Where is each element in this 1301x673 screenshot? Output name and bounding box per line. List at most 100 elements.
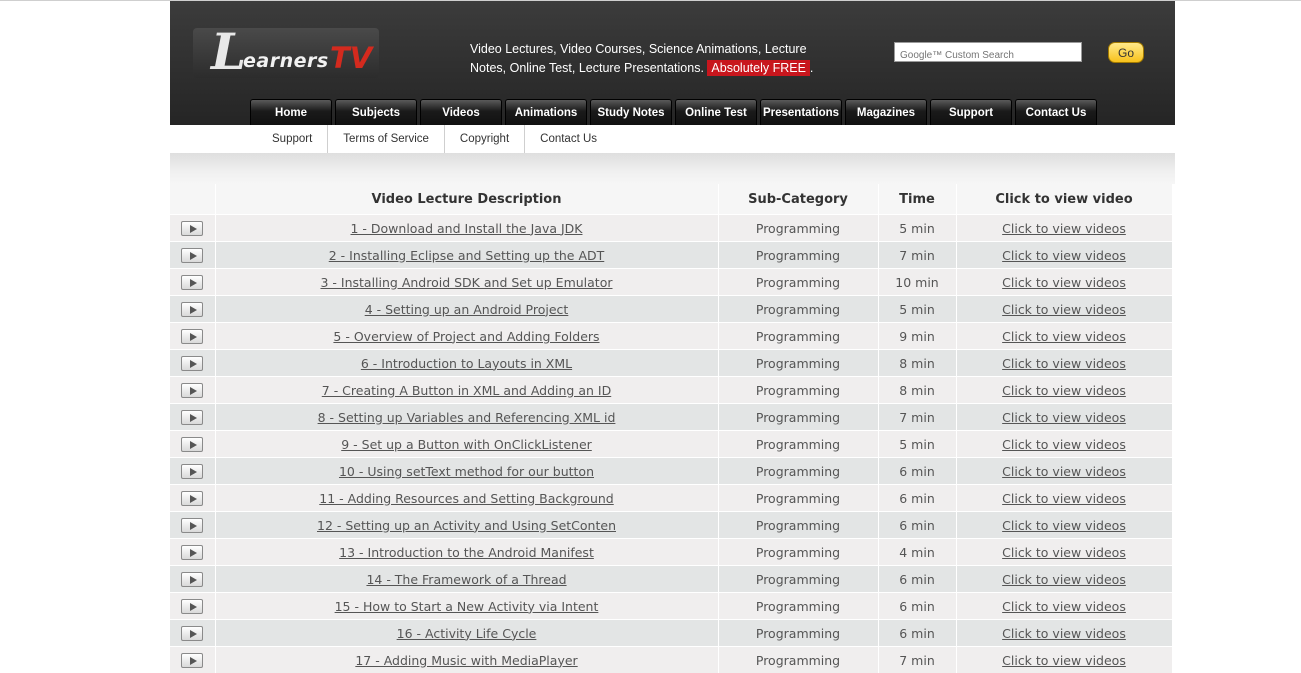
search-input[interactable]	[898, 47, 1082, 65]
lecture-title-link[interactable]: 13 - Introduction to the Android Manifes…	[339, 545, 594, 560]
lecture-title-link[interactable]: 3 - Installing Android SDK and Set up Em…	[320, 275, 612, 290]
play-icon[interactable]	[181, 275, 203, 290]
play-icon[interactable]	[181, 545, 203, 560]
subnav-link-copyright[interactable]: Copyright	[445, 125, 525, 153]
play-icon[interactable]	[181, 329, 203, 344]
view-video-link[interactable]: Click to view videos	[1002, 302, 1126, 317]
site-logo[interactable]: L earners TV	[193, 28, 379, 78]
table-row: 15 - How to Start a New Activity via Int…	[170, 593, 1172, 620]
play-icon[interactable]	[181, 518, 203, 533]
subnav-link-terms-of-service[interactable]: Terms of Service	[328, 125, 445, 153]
sub-category-cell: Programming	[718, 539, 878, 566]
view-video-cell: Click to view videos	[956, 458, 1172, 485]
header-time: Time	[878, 184, 956, 215]
play-cell	[170, 647, 215, 673]
lecture-title-link[interactable]: 17 - Adding Music with MediaPlayer	[355, 653, 577, 668]
play-icon[interactable]	[181, 410, 203, 425]
lecture-title-link[interactable]: 14 - The Framework of a Thread	[366, 572, 566, 587]
view-video-link[interactable]: Click to view videos	[1002, 248, 1126, 263]
view-video-link[interactable]: Click to view videos	[1002, 383, 1126, 398]
play-icon[interactable]	[181, 464, 203, 479]
play-icon[interactable]	[181, 599, 203, 614]
nav-tab-videos[interactable]: Videos	[420, 99, 502, 125]
view-video-cell: Click to view videos	[956, 647, 1172, 673]
view-video-link[interactable]: Click to view videos	[1002, 275, 1126, 290]
sub-nav-items: SupportTerms of ServiceCopyrightContact …	[257, 125, 612, 153]
view-video-link[interactable]: Click to view videos	[1002, 410, 1126, 425]
play-cell	[170, 242, 215, 269]
table-row: 4 - Setting up an Android ProjectProgram…	[170, 296, 1172, 323]
view-video-link[interactable]: Click to view videos	[1002, 329, 1126, 344]
play-icon[interactable]	[181, 248, 203, 263]
lecture-title-link[interactable]: 11 - Adding Resources and Setting Backgr…	[319, 491, 613, 506]
lecture-title-link[interactable]: 6 - Introduction to Layouts in XML	[361, 356, 572, 371]
play-icon[interactable]	[181, 572, 203, 587]
play-icon[interactable]	[181, 356, 203, 371]
time-cell: 6 min	[878, 512, 956, 539]
play-icon[interactable]	[181, 491, 203, 506]
view-video-link[interactable]: Click to view videos	[1002, 653, 1126, 668]
nav-tab-animations[interactable]: Animations	[505, 99, 587, 125]
play-icon[interactable]	[181, 437, 203, 452]
nav-tab-online-test[interactable]: Online Test	[675, 99, 757, 125]
nav-tab-presentations[interactable]: Presentations	[760, 99, 842, 125]
view-video-link[interactable]: Click to view videos	[1002, 518, 1126, 533]
play-cell	[170, 269, 215, 296]
nav-tab-magazines[interactable]: Magazines	[845, 99, 927, 125]
play-icon[interactable]	[181, 383, 203, 398]
search-go-button[interactable]: Go	[1108, 42, 1144, 63]
view-video-cell: Click to view videos	[956, 242, 1172, 269]
table-row: 7 - Creating A Button in XML and Adding …	[170, 377, 1172, 404]
nav-tab-study-notes[interactable]: Study Notes	[590, 99, 672, 125]
time-cell: 6 min	[878, 593, 956, 620]
table-row: 12 - Setting up an Activity and Using Se…	[170, 512, 1172, 539]
sub-category-cell: Programming	[718, 431, 878, 458]
nav-tab-subjects[interactable]: Subjects	[335, 99, 417, 125]
play-icon[interactable]	[181, 221, 203, 236]
description-cell: 17 - Adding Music with MediaPlayer	[215, 647, 718, 673]
header-sub-category: Sub-Category	[718, 184, 878, 215]
lecture-title-link[interactable]: 1 - Download and Install the Java JDK	[351, 221, 583, 236]
play-icon[interactable]	[181, 653, 203, 668]
description-cell: 10 - Using setText method for our button	[215, 458, 718, 485]
view-video-link[interactable]: Click to view videos	[1002, 545, 1126, 560]
view-video-cell: Click to view videos	[956, 350, 1172, 377]
view-video-link[interactable]: Click to view videos	[1002, 437, 1126, 452]
lecture-title-link[interactable]: 9 - Set up a Button with OnClickListener	[341, 437, 592, 452]
view-video-cell: Click to view videos	[956, 593, 1172, 620]
view-video-link[interactable]: Click to view videos	[1002, 599, 1126, 614]
view-video-link[interactable]: Click to view videos	[1002, 464, 1126, 479]
sub-category-cell: Programming	[718, 458, 878, 485]
lecture-title-link[interactable]: 5 - Overview of Project and Adding Folde…	[333, 329, 599, 344]
lecture-title-link[interactable]: 16 - Activity Life Cycle	[397, 626, 537, 641]
nav-tab-support[interactable]: Support	[930, 99, 1012, 125]
description-cell: 4 - Setting up an Android Project	[215, 296, 718, 323]
view-video-link[interactable]: Click to view videos	[1002, 356, 1126, 371]
lecture-title-link[interactable]: 2 - Installing Eclipse and Setting up th…	[329, 248, 605, 263]
view-video-link[interactable]: Click to view videos	[1002, 491, 1126, 506]
lecture-title-link[interactable]: 15 - How to Start a New Activity via Int…	[335, 599, 599, 614]
lecture-title-link[interactable]: 4 - Setting up an Android Project	[365, 302, 569, 317]
sub-category-cell: Programming	[718, 485, 878, 512]
logo-accent: TV	[330, 41, 372, 75]
lecture-title-link[interactable]: 10 - Using setText method for our button	[339, 464, 594, 479]
nav-tab-contact-us[interactable]: Contact Us	[1015, 99, 1097, 125]
view-video-link[interactable]: Click to view videos	[1002, 221, 1126, 236]
subnav-link-support[interactable]: Support	[257, 125, 328, 153]
nav-tab-home[interactable]: Home	[250, 99, 332, 125]
view-video-cell: Click to view videos	[956, 269, 1172, 296]
play-icon[interactable]	[181, 302, 203, 317]
view-video-link[interactable]: Click to view videos	[1002, 626, 1126, 641]
lecture-title-link[interactable]: 12 - Setting up an Activity and Using Se…	[317, 518, 616, 533]
description-cell: 7 - Creating A Button in XML and Adding …	[215, 377, 718, 404]
table-row: 17 - Adding Music with MediaPlayerProgra…	[170, 647, 1172, 673]
description-cell: 14 - The Framework of a Thread	[215, 566, 718, 593]
view-video-link[interactable]: Click to view videos	[1002, 572, 1126, 587]
view-video-cell: Click to view videos	[956, 620, 1172, 647]
subnav-link-contact-us[interactable]: Contact Us	[525, 125, 612, 153]
lecture-title-link[interactable]: 8 - Setting up Variables and Referencing…	[318, 410, 616, 425]
view-video-cell: Click to view videos	[956, 431, 1172, 458]
play-icon[interactable]	[181, 626, 203, 641]
time-cell: 6 min	[878, 566, 956, 593]
lecture-title-link[interactable]: 7 - Creating A Button in XML and Adding …	[322, 383, 611, 398]
